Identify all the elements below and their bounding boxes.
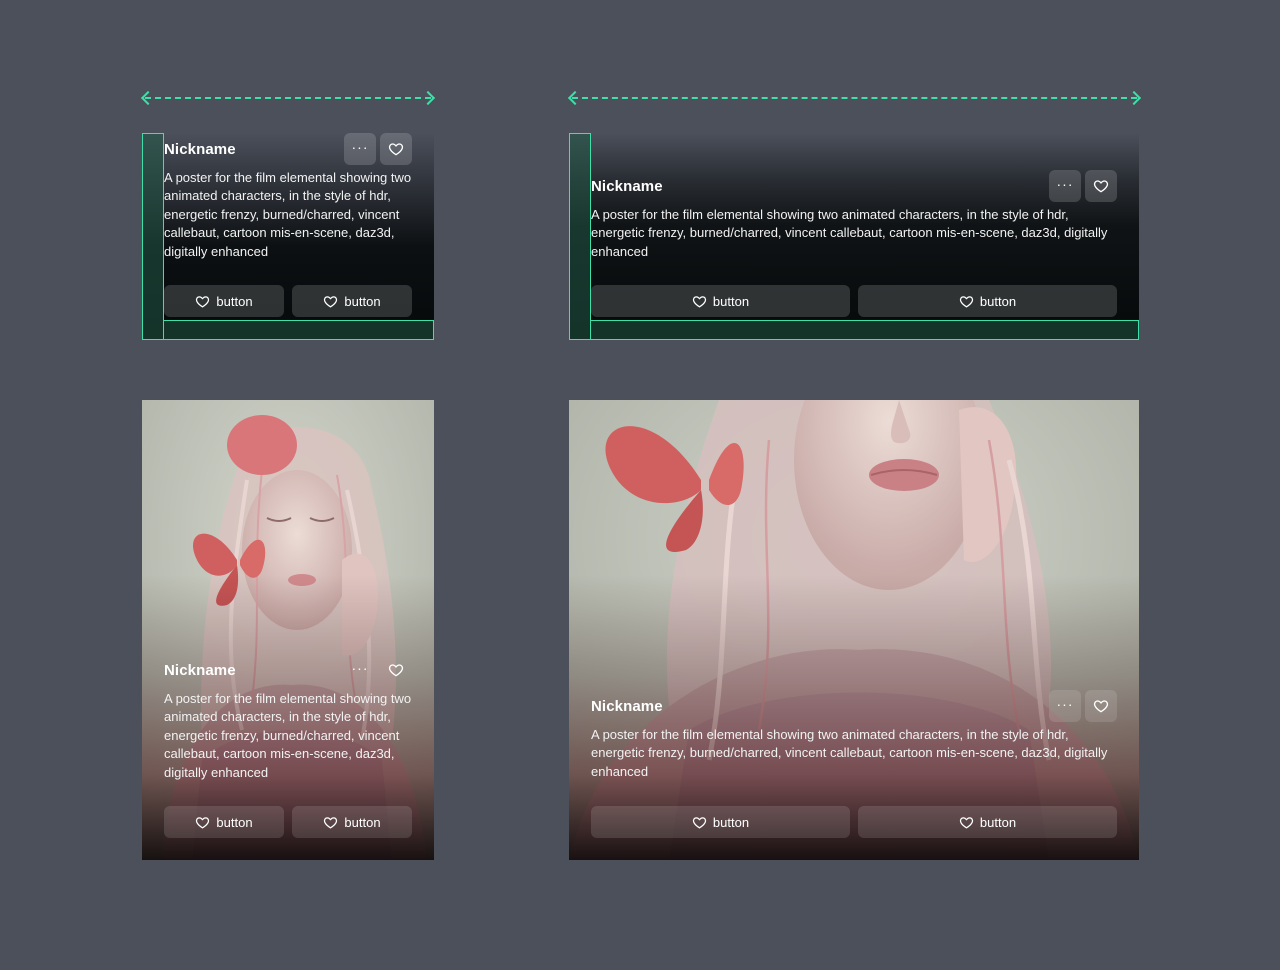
heart-icon	[388, 141, 404, 157]
button-label: button	[712, 814, 750, 830]
action-button-1[interactable]: button	[164, 285, 284, 317]
heart-icon	[195, 815, 210, 830]
like-button[interactable]	[1085, 690, 1117, 722]
like-button[interactable]	[380, 133, 412, 165]
like-button[interactable]	[1085, 170, 1117, 202]
description: A poster for the film elemental showing …	[591, 207, 1108, 259]
more-horizontal-icon: ···	[351, 660, 369, 676]
more-horizontal-icon: ···	[1056, 696, 1074, 712]
button-label: button	[979, 814, 1017, 830]
description: A poster for the film elemental showing …	[164, 170, 412, 259]
heart-icon	[692, 294, 707, 309]
heart-icon	[959, 294, 974, 309]
padding-guide-left	[569, 133, 591, 340]
button-label: button	[216, 293, 253, 309]
heart-icon	[323, 294, 338, 309]
width-indicator-wide	[567, 90, 1142, 106]
heart-icon	[959, 815, 974, 830]
like-button[interactable]	[380, 654, 412, 686]
heart-icon	[323, 815, 338, 830]
button-label: button	[712, 293, 750, 309]
action-button-2[interactable]: button	[292, 806, 412, 838]
heart-icon	[388, 662, 404, 678]
action-button-2[interactable]: button	[858, 285, 1117, 317]
prompt-card-wide-image[interactable]: Nickname ··· A poster for the film eleme…	[569, 400, 1139, 860]
prompt-card-wide-spec: Nickname ··· A poster for the film eleme…	[569, 133, 1139, 340]
heart-icon	[692, 815, 707, 830]
action-button-1[interactable]: button	[164, 806, 284, 838]
more-button[interactable]: ···	[344, 654, 376, 686]
prompt-card-narrow-spec: Nickname ··· A poster for the film eleme…	[142, 133, 434, 340]
padding-guide-bottom	[163, 320, 434, 340]
description: A poster for the film elemental showing …	[591, 727, 1108, 779]
more-button[interactable]: ···	[1049, 170, 1081, 202]
action-button-2[interactable]: button	[858, 806, 1117, 838]
button-label: button	[344, 293, 381, 309]
nickname: Nickname	[164, 140, 236, 158]
heart-icon	[1093, 698, 1109, 714]
button-label: button	[344, 814, 381, 830]
more-horizontal-icon: ···	[1056, 176, 1074, 192]
width-indicator-narrow	[140, 90, 436, 106]
nickname: Nickname	[591, 177, 663, 195]
heart-icon	[195, 294, 210, 309]
action-button-1[interactable]: button	[591, 806, 850, 838]
description: A poster for the film elemental showing …	[164, 691, 412, 780]
button-label: button	[216, 814, 253, 830]
prompt-card-narrow-image[interactable]: Nickname ··· A poster for the film eleme…	[142, 400, 434, 860]
padding-guide-left	[142, 133, 164, 340]
action-button-1[interactable]: button	[591, 285, 850, 317]
padding-guide-bottom	[590, 320, 1139, 340]
button-label: button	[979, 293, 1017, 309]
nickname: Nickname	[591, 697, 663, 715]
more-button[interactable]: ···	[344, 133, 376, 165]
action-button-2[interactable]: button	[292, 285, 412, 317]
heart-icon	[1093, 178, 1109, 194]
more-button[interactable]: ···	[1049, 690, 1081, 722]
more-horizontal-icon: ···	[351, 139, 369, 155]
nickname: Nickname	[164, 661, 236, 679]
